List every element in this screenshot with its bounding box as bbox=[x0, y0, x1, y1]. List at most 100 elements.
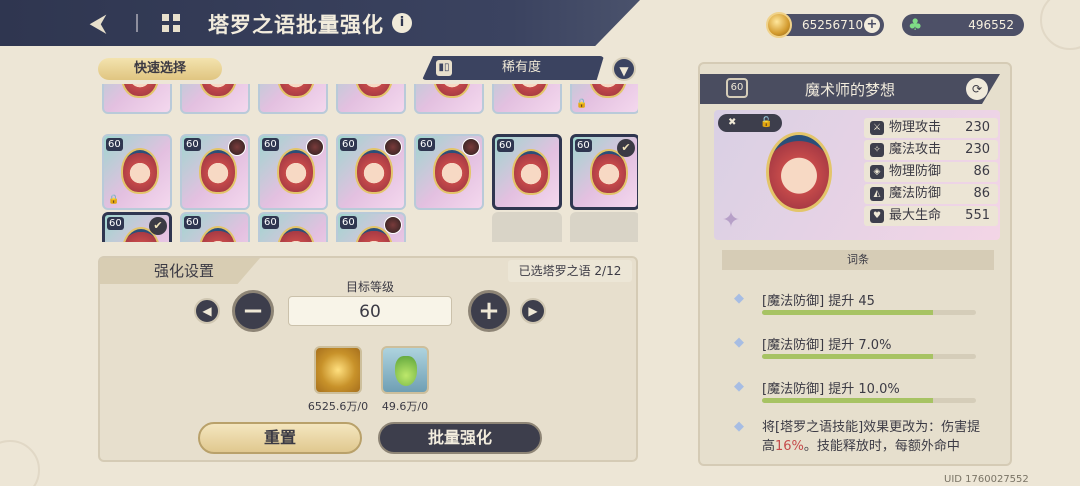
batch-enhance-button[interactable]: 批量强化 bbox=[378, 422, 542, 454]
status-pill[interactable]: ✖ 🔓 bbox=[718, 114, 782, 132]
empty-card-slot bbox=[492, 212, 562, 242]
target-level-label: 目标等级 bbox=[345, 280, 394, 294]
equipped-character-icon bbox=[462, 138, 480, 156]
level-plus-button[interactable]: + bbox=[468, 290, 510, 332]
tarot-card[interactable]: 60 bbox=[180, 212, 250, 242]
tarot-card[interactable]: 60 🔒 bbox=[102, 134, 172, 210]
sword-icon: ⚔ bbox=[870, 121, 884, 135]
card-portrait bbox=[199, 226, 237, 242]
reset-button[interactable]: 重置 bbox=[198, 422, 362, 454]
tarot-art: ✖ 🔓 ✦ ⚔ 物理攻击 230 ✧ 魔法攻击 230 ◈ 物理防御 86 ◭ 魔法防御 86 ♥… bbox=[714, 110, 1000, 240]
filter-icon[interactable]: ▼ bbox=[612, 57, 636, 81]
card-level: 60 bbox=[107, 217, 124, 230]
card-portrait bbox=[199, 148, 237, 194]
tarot-card[interactable]: 60 bbox=[258, 134, 328, 210]
sort-label: 稀有度 bbox=[502, 60, 542, 75]
card-portrait bbox=[433, 84, 471, 98]
level-minus-button[interactable]: − bbox=[232, 290, 274, 332]
card-portrait bbox=[277, 226, 315, 242]
magic-shield-icon: ◭ bbox=[870, 187, 884, 201]
sort-icon: ▮▯ bbox=[436, 60, 452, 76]
card-level: 60 bbox=[184, 216, 201, 229]
card-portrait bbox=[589, 84, 627, 98]
equipped-character-icon bbox=[306, 138, 324, 156]
card-portrait bbox=[355, 148, 393, 194]
card-level: 60 bbox=[106, 138, 123, 151]
add-gold-button[interactable]: + bbox=[864, 17, 880, 33]
tarot-card-selected[interactable]: 60 bbox=[492, 134, 562, 210]
lock-icon: 🔓 bbox=[760, 117, 773, 128]
detail-header: 60 魔术师的梦想 bbox=[700, 74, 1000, 104]
card-grid[interactable]: 🔒 60 🔒 60 60 60 60 60 60 ✔ 60 ✔ 60 60 60 bbox=[98, 84, 638, 242]
sort-dropdown[interactable]: ▮▯ 稀有度 bbox=[422, 56, 604, 80]
tarot-card[interactable] bbox=[258, 84, 328, 114]
diamond-icon: ◆ bbox=[734, 291, 744, 306]
entry-progress bbox=[762, 310, 976, 315]
gem-currency: ♣ 496552 bbox=[902, 14, 1024, 36]
stat-row: ◈ 物理防御 86 bbox=[864, 162, 998, 182]
swap-icon[interactable]: ⟳ bbox=[966, 78, 988, 100]
tarot-portrait bbox=[766, 132, 832, 212]
equipped-character-icon bbox=[228, 138, 246, 156]
coin-material-icon bbox=[314, 346, 362, 394]
quick-select-button[interactable]: 快速选择 bbox=[98, 58, 222, 80]
card-portrait bbox=[121, 84, 159, 98]
menu-grid-icon[interactable] bbox=[160, 12, 182, 34]
info-icon[interactable]: i bbox=[392, 13, 412, 33]
tarot-card[interactable] bbox=[102, 84, 172, 114]
entries-header: 词条 bbox=[722, 250, 994, 270]
empty-card-slot bbox=[570, 212, 638, 242]
coin-icon bbox=[766, 12, 792, 38]
tarot-card[interactable] bbox=[492, 84, 562, 114]
target-level-input[interactable]: 60 bbox=[288, 296, 452, 326]
check-icon: ✔ bbox=[149, 217, 167, 235]
tarot-card[interactable]: 60 bbox=[336, 212, 406, 242]
tarot-detail-panel: 60 魔术师的梦想 ⟳ ✖ 🔓 ✦ ⚔ 物理攻击 230 ✧ 魔法攻击 230 ◈ 物理防御… bbox=[698, 62, 1012, 466]
card-level: 60 bbox=[340, 138, 357, 151]
card-portrait bbox=[433, 148, 471, 194]
gem-icon: ♣ bbox=[908, 15, 923, 34]
equipped-character-icon bbox=[384, 216, 402, 234]
diamond-icon: ◆ bbox=[734, 419, 744, 434]
tarot-card-selected[interactable]: 60 ✔ bbox=[102, 212, 172, 242]
check-icon: ✔ bbox=[617, 139, 635, 157]
tarot-card[interactable] bbox=[414, 84, 484, 114]
lock-icon: 🔒 bbox=[576, 99, 588, 109]
card-level: 60 bbox=[262, 216, 279, 229]
card-portrait bbox=[277, 84, 315, 98]
card-level: 60 bbox=[418, 138, 435, 151]
level-max-button[interactable]: ▶ bbox=[520, 298, 546, 324]
uid-label: UID 1760027552 bbox=[944, 474, 1029, 485]
card-level: 60 bbox=[575, 139, 592, 152]
tarot-card[interactable]: 60 bbox=[258, 212, 328, 242]
gold-amount: 65256710 bbox=[802, 18, 864, 32]
card-portrait bbox=[277, 148, 315, 194]
tarot-card[interactable]: 60 bbox=[336, 134, 406, 210]
card-portrait bbox=[199, 84, 237, 98]
tarot-card[interactable]: 60 bbox=[180, 134, 250, 210]
entry-progress bbox=[762, 354, 976, 359]
card-level: 60 bbox=[340, 216, 357, 229]
tarot-card[interactable] bbox=[180, 84, 250, 114]
stat-row: ◭ 魔法防御 86 bbox=[864, 184, 998, 204]
stat-list: ⚔ 物理攻击 230 ✧ 魔法攻击 230 ◈ 物理防御 86 ◭ 魔法防御 86 ♥ 最大生命 5… bbox=[864, 118, 998, 228]
tarot-card[interactable] bbox=[336, 84, 406, 114]
tarot-list-panel: 快速选择 ▮▯ 稀有度 ▼ 🔒 60 🔒 60 60 60 60 60 60 ✔ 6… bbox=[98, 56, 638, 462]
tarot-card[interactable]: 🔒 bbox=[570, 84, 638, 114]
back-icon[interactable]: ⮜ bbox=[80, 8, 116, 38]
close-icon: ✖ bbox=[728, 117, 737, 128]
stat-row: ✧ 魔法攻击 230 bbox=[864, 140, 998, 160]
potion-flask bbox=[395, 356, 417, 386]
card-portrait bbox=[511, 84, 549, 98]
tarot-card[interactable]: 60 bbox=[414, 134, 484, 210]
stat-row: ♥ 最大生命 551 bbox=[864, 206, 998, 226]
level-min-button[interactable]: ◀ bbox=[194, 298, 220, 324]
page-title: 塔罗之语批量强化 bbox=[208, 13, 384, 37]
card-level: 60 bbox=[497, 139, 514, 152]
wand-icon: ✧ bbox=[870, 143, 884, 157]
tarot-card-selected[interactable]: 60 ✔ bbox=[570, 134, 638, 210]
divider bbox=[136, 14, 138, 32]
diamond-icon: ◆ bbox=[734, 379, 744, 394]
detail-title: 魔术师的梦想 bbox=[804, 81, 895, 99]
enhance-settings-panel: 强化设置 已选塔罗之语 2/12 目标等级 ◀ − 60 + ▶ 6525.6万… bbox=[98, 256, 638, 462]
